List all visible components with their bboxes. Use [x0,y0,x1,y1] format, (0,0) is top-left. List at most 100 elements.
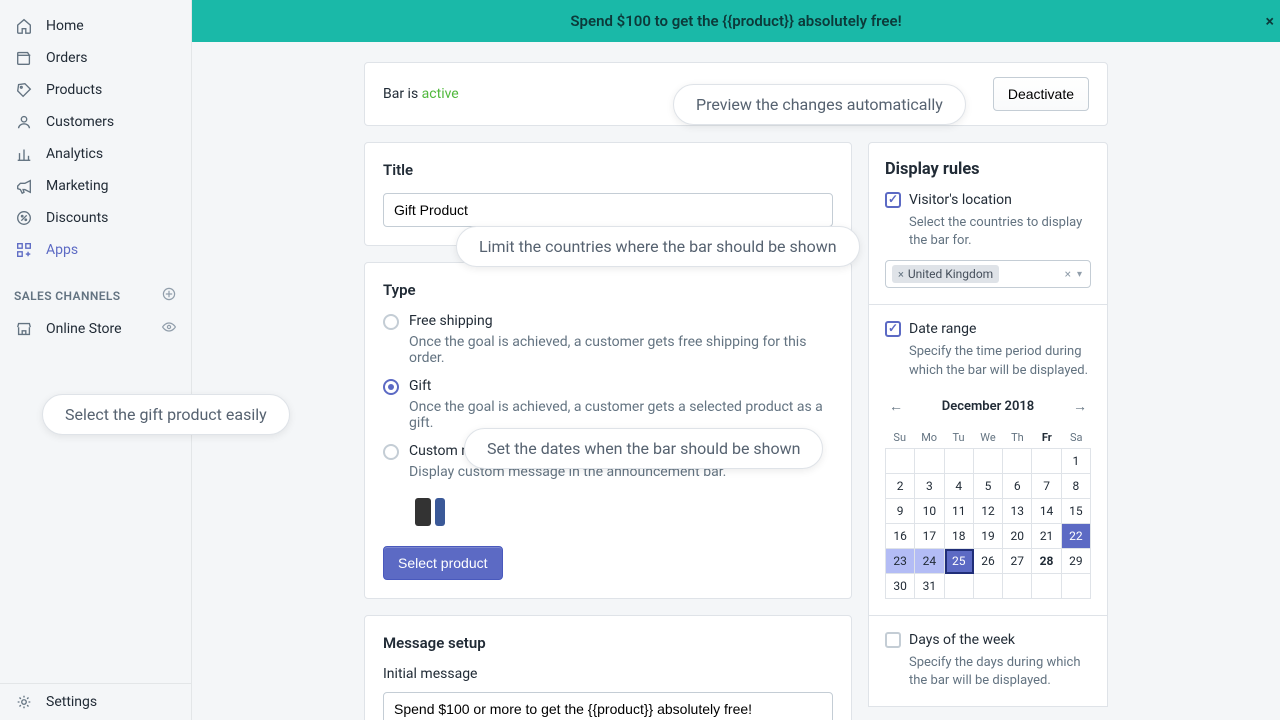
nav-label: Discounts [46,210,108,226]
cal-day [915,449,944,474]
cal-dayheader: Th [1003,427,1032,448]
preview-banner: Spend $100 to get the {{product}} absolu… [192,0,1280,42]
orders-icon [14,48,34,68]
display-rules-card: Display rules Visitor's location Select … [868,142,1108,707]
clear-select-icon[interactable]: × [1061,267,1075,281]
callout-gift: Select the gift product easily [42,394,290,435]
check-label: Date range [909,321,976,337]
cal-dayheader: Fr [1032,427,1061,448]
cal-day[interactable]: 11 [945,499,974,524]
cal-day[interactable]: 20 [1003,524,1032,549]
banner-text: Spend $100 to get the {{product}} absolu… [570,12,901,30]
cal-day[interactable]: 3 [915,474,944,499]
nav-home[interactable]: Home [0,10,191,42]
check-label: Days of the week [909,632,1015,648]
nav-analytics[interactable]: Analytics [0,138,191,170]
cal-day [1003,574,1032,599]
cal-dayheader: Sa [1062,427,1091,448]
apps-icon [14,240,34,260]
sales-channels-header: SALES CHANNELS [0,266,191,313]
customers-icon [14,112,34,132]
radio-label: Gift [409,378,431,394]
sidebar: Home Orders Products Customers Analytics… [0,0,192,720]
radio-icon [383,379,399,395]
cal-day[interactable]: 6 [1003,474,1032,499]
cal-day[interactable]: 15 [1062,499,1091,524]
channel-online-store[interactable]: Online Store [0,313,191,345]
cal-dayheader: We [973,427,1002,448]
radio-icon [383,444,399,460]
cal-day[interactable]: 8 [1062,474,1091,499]
nav-customers[interactable]: Customers [0,106,191,138]
calendar-next-icon[interactable]: → [1069,394,1091,419]
add-channel-icon[interactable] [161,286,177,305]
radio-icon [383,314,399,330]
calendar-prev-icon[interactable]: ← [885,394,907,419]
radio-free-shipping[interactable]: Free shipping [383,313,833,330]
cal-dayheader: Su [885,427,914,448]
channel-label: Online Store [46,321,122,337]
callout-text: Limit the countries where the bar should… [479,237,837,256]
nav-discounts[interactable]: Discounts [0,202,191,234]
calendar-header: ← December 2018 → [885,390,1091,427]
cal-day[interactable]: 14 [1032,499,1061,524]
view-store-icon[interactable] [161,319,177,339]
cal-day[interactable]: 31 [915,574,944,599]
cal-day[interactable]: 30 [886,574,915,599]
section-label: SALES CHANNELS [14,289,121,303]
settings-label: Settings [46,694,97,710]
cal-day[interactable]: 17 [915,524,944,549]
cal-day[interactable]: 23 [886,549,915,574]
cal-day[interactable]: 28 [1032,549,1061,574]
cal-day[interactable]: 5 [974,474,1003,499]
days-of-week-checkbox[interactable]: Days of the week [885,632,1091,648]
select-product-button[interactable]: Select product [383,546,503,580]
cal-day[interactable]: 12 [974,499,1003,524]
chevron-down-icon[interactable]: ▾ [1075,269,1084,280]
nav-orders[interactable]: Orders [0,42,191,74]
cal-day[interactable]: 26 [974,549,1003,574]
deactivate-button[interactable]: Deactivate [993,77,1089,111]
cal-day[interactable]: 9 [886,499,915,524]
title-heading: Title [383,161,833,179]
radio-gift[interactable]: Gift [383,378,833,395]
cal-day[interactable]: 27 [1003,549,1032,574]
nav-label: Orders [46,50,88,66]
visitor-location-checkbox[interactable]: Visitor's location [885,192,1091,208]
location-desc: Select the countries to display the bar … [909,214,1091,250]
remove-tag-icon[interactable]: × [898,268,904,281]
initial-message-label: Initial message [383,666,833,682]
cal-day[interactable]: 21 [1032,524,1061,549]
nav-apps[interactable]: Apps [0,234,191,266]
nav-settings[interactable]: Settings [0,683,191,720]
cal-day[interactable]: 1 [1062,449,1091,474]
status-state: active [422,86,459,102]
cal-day[interactable]: 24 [915,549,944,574]
cal-day[interactable]: 7 [1032,474,1061,499]
cal-day[interactable]: 10 [915,499,944,524]
date-range-checkbox[interactable]: Date range [885,321,1091,337]
callout-text: Set the dates when the bar should be sho… [487,439,800,458]
cal-day[interactable]: 16 [886,524,915,549]
nav-marketing[interactable]: Marketing [0,170,191,202]
days-desc: Specify the days during which the bar wi… [909,654,1091,690]
cal-day[interactable]: 18 [945,524,974,549]
banner-close-icon[interactable]: × [1266,12,1275,31]
callout-preview: Preview the changes automatically [673,84,966,125]
country-select[interactable]: × United Kingdom × ▾ [885,260,1091,288]
nav-label: Marketing [46,178,109,194]
cal-dayheader: Tu [944,427,973,448]
cal-day [1032,449,1061,474]
cal-day[interactable]: 13 [1003,499,1032,524]
cal-day[interactable]: 22 [1062,524,1091,549]
cal-day[interactable]: 19 [974,524,1003,549]
cal-day[interactable]: 2 [886,474,915,499]
cal-day[interactable]: 29 [1062,549,1091,574]
cal-day[interactable]: 4 [945,474,974,499]
title-input[interactable] [383,193,833,227]
nav-products[interactable]: Products [0,74,191,106]
nav-label: Apps [46,242,78,258]
cal-day[interactable]: 25 [945,549,974,574]
cal-day [945,574,974,599]
initial-message-input[interactable] [383,692,833,720]
